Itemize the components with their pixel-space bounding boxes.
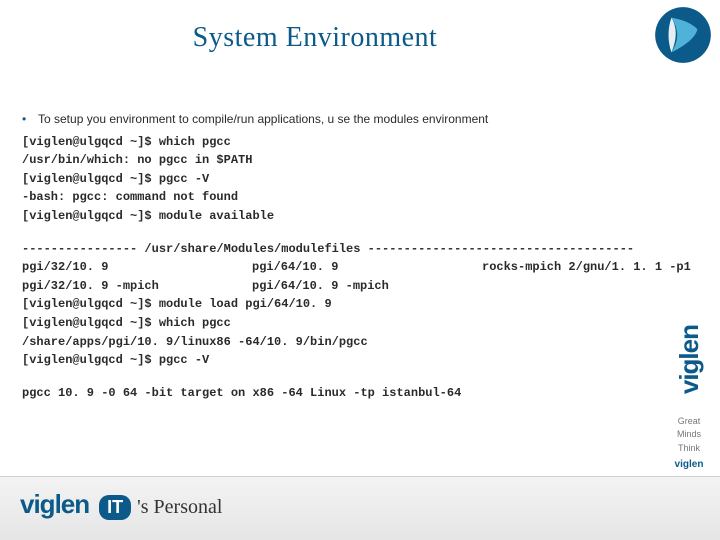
side-brand-text: viglen xyxy=(674,325,705,394)
modules-divider: ---------------- /usr/share/Modules/modu… xyxy=(22,240,698,259)
tagline-word: Great xyxy=(678,416,701,427)
viglen-logo-icon xyxy=(654,6,712,64)
right-brand-strip: viglen Great Minds Think viglen xyxy=(664,90,714,470)
page-title: System Environment xyxy=(0,22,630,54)
footer-bar: viglen IT 's Personal xyxy=(0,476,720,540)
mini-brand-text: viglen xyxy=(675,459,704,470)
module-entry: pgi/32/10. 9 -mpich xyxy=(22,277,252,296)
tagline-word: Think xyxy=(678,443,700,454)
footer-brand-text: viglen xyxy=(20,489,89,520)
module-entry: pgi/64/10. 9 xyxy=(252,258,482,277)
slide-content: To setup you environment to compile/run … xyxy=(22,110,698,402)
module-entry: pgi/64/10. 9 -mpich xyxy=(252,277,482,296)
footer-logo: viglen IT 's Personal xyxy=(20,489,222,520)
terminal-block-3: pgcc 10. 9 -0 64 -bit target on x86 -64 … xyxy=(22,384,698,403)
personal-text: 's Personal xyxy=(137,496,222,519)
bullet-intro: To setup you environment to compile/run … xyxy=(22,110,698,129)
module-entry: pgi/32/10. 9 xyxy=(22,258,252,277)
terminal-block-2: [viglen@ulgqcd ~]$ module load pgi/64/10… xyxy=(22,295,698,369)
terminal-block-1: [viglen@ulgqcd ~]$ which pgcc /usr/bin/w… xyxy=(22,133,698,226)
it-pill: IT xyxy=(99,495,131,520)
modules-columns: pgi/32/10. 9 pgi/32/10. 9 -mpich pgi/64/… xyxy=(22,258,698,295)
tagline-word: Minds xyxy=(677,429,701,440)
